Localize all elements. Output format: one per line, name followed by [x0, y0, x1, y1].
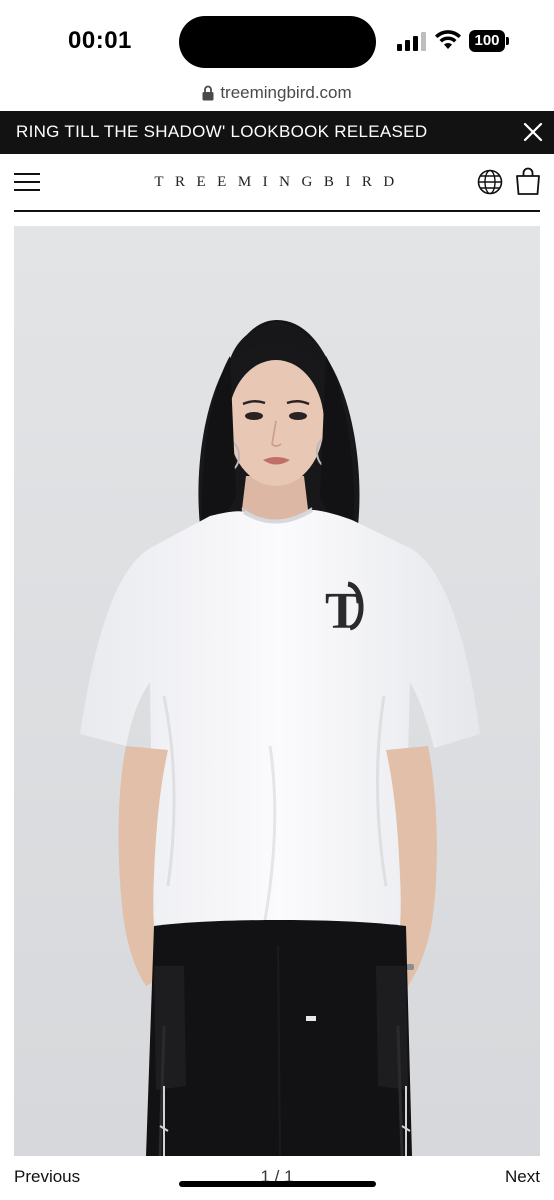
header-divider: [14, 210, 540, 212]
shopping-bag-icon[interactable]: [515, 167, 541, 195]
site-header: TREEMINGBIRD: [0, 154, 554, 212]
home-indicator[interactable]: [179, 1181, 376, 1187]
next-button[interactable]: Next: [505, 1167, 540, 1187]
model-photo: T: [14, 226, 540, 1156]
dynamic-island: [179, 16, 376, 68]
wifi-icon: [435, 30, 461, 49]
battery-level: 100: [469, 30, 505, 52]
product-image[interactable]: T: [14, 226, 540, 1156]
lock-icon: [202, 85, 214, 101]
cellular-signal-icon: [397, 32, 426, 51]
brand-logo[interactable]: TREEMINGBIRD: [0, 174, 554, 191]
status-time: 00:01: [68, 27, 132, 54]
battery-icon: 100: [469, 30, 509, 52]
announcement-bar: RING TILL THE SHADOW' LOOKBOOK RELEASED: [0, 111, 554, 154]
globe-icon[interactable]: [477, 169, 503, 195]
shirt-logo: T: [325, 583, 360, 640]
close-icon[interactable]: [522, 121, 544, 143]
announcement-text[interactable]: RING TILL THE SHADOW' LOOKBOOK RELEASED: [16, 122, 427, 142]
url-text: treemingbird.com: [220, 83, 352, 102]
status-bar: 00:01 100: [0, 0, 554, 80]
address-bar[interactable]: treemingbird.com: [0, 80, 554, 110]
